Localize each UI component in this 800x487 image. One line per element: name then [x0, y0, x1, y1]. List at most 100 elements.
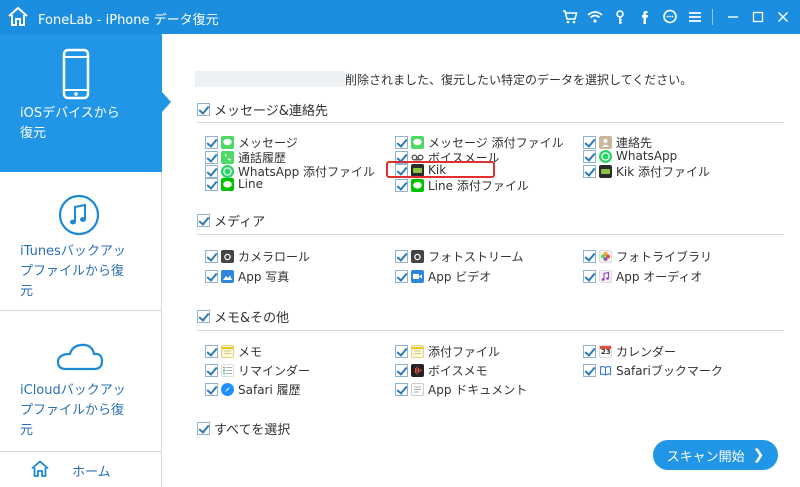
item-app-photos[interactable]: App 写真: [205, 268, 289, 285]
cart-icon[interactable]: [559, 6, 581, 28]
item-label: App ビデオ: [428, 270, 492, 284]
maximize-icon[interactable]: [747, 6, 769, 28]
section-divider: [197, 234, 784, 235]
checkbox[interactable]: [583, 345, 596, 358]
item-app-documents[interactable]: App ドキュメント: [395, 381, 527, 398]
checkbox[interactable]: [205, 345, 218, 358]
item-photo-stream[interactable]: フォトストリーム: [395, 248, 524, 265]
document-icon: [411, 383, 424, 396]
item-voice-memos[interactable]: ボイスメモ: [395, 362, 488, 379]
checkbox[interactable]: [395, 345, 408, 358]
section-title: メディア: [214, 215, 266, 230]
sidebar-item-label: iOSデバイスから: [20, 106, 120, 121]
scan-button[interactable]: スキャン開始 ❯: [653, 440, 778, 470]
checkbox[interactable]: [583, 165, 596, 178]
title-bar: FoneLab - iPhone データ復元: [0, 0, 800, 34]
photos-icon: [599, 250, 612, 263]
item-safari-history[interactable]: Safari 履歴: [205, 381, 301, 398]
item-line[interactable]: Line: [205, 177, 263, 191]
notes-icon: [221, 345, 234, 358]
checkbox[interactable]: [197, 214, 210, 227]
section-divider: [197, 122, 784, 123]
item-label: Safari 履歴: [238, 383, 301, 397]
item-app-videos[interactable]: App ビデオ: [395, 268, 491, 285]
minimize-icon[interactable]: [722, 6, 744, 28]
item-reminders[interactable]: リマインダー: [205, 362, 310, 379]
item-line-attachments[interactable]: Line 添付ファイル: [395, 177, 529, 194]
item-camera-roll[interactable]: カメラロール: [205, 248, 310, 265]
section-title: メッセージ&連絡先: [214, 104, 328, 119]
checkbox[interactable]: [395, 136, 408, 149]
checkbox[interactable]: [395, 383, 408, 396]
item-label: ボイスメモ: [428, 364, 488, 378]
camera-icon: [411, 250, 424, 263]
sidebar-item-label: 元: [20, 423, 34, 438]
sidebar: iOSデバイスから 復元 iTunesバックアッ プファイルから復 元 iClo…: [0, 34, 171, 487]
item-label: Kik 添付ファイル: [616, 165, 710, 179]
checkbox[interactable]: [205, 383, 218, 396]
checkbox[interactable]: [583, 364, 596, 377]
checkbox[interactable]: [395, 179, 408, 192]
camera-icon: [221, 250, 234, 263]
item-whatsapp[interactable]: WhatsApp: [583, 149, 677, 163]
home-label: ホーム: [72, 465, 111, 480]
checkbox[interactable]: [583, 149, 596, 163]
checkbox[interactable]: [395, 364, 408, 377]
checkbox[interactable]: [583, 270, 596, 283]
message-icon: [411, 136, 424, 149]
item-safari-bookmarks[interactable]: Safariブックマーク: [583, 362, 723, 379]
section-divider: [197, 330, 784, 331]
sidebar-item-label: iTunesバックアッ: [20, 244, 126, 259]
sidebar-item-label: 元: [20, 284, 34, 299]
item-label: Line 添付ファイル: [428, 179, 529, 193]
checkbox[interactable]: [205, 136, 218, 149]
image-icon: [221, 270, 234, 283]
key-icon[interactable]: [609, 6, 631, 28]
facebook-icon[interactable]: [634, 6, 656, 28]
window-title: FoneLab - iPhone データ復元: [38, 13, 219, 28]
close-icon[interactable]: [772, 6, 794, 28]
section-memo[interactable]: メモ&その他: [197, 307, 289, 326]
intro-text: 削除されました、復元したい特定のデータを選択してください。: [345, 73, 693, 87]
item-label: Safariブックマーク: [616, 364, 723, 378]
message-icon: [221, 136, 234, 149]
home-button[interactable]: ホーム: [0, 452, 162, 487]
checkbox[interactable]: [583, 136, 596, 149]
item-label: Line: [238, 177, 264, 191]
wifi-icon[interactable]: [584, 6, 606, 28]
item-notes[interactable]: メモ: [205, 343, 262, 360]
checkbox[interactable]: [395, 250, 408, 263]
checkbox[interactable]: [205, 177, 218, 191]
item-app-audio[interactable]: App オーディオ: [583, 268, 702, 285]
safari-icon: [221, 383, 234, 396]
checkbox[interactable]: [205, 364, 218, 377]
home-icon[interactable]: [6, 5, 30, 29]
item-photo-library[interactable]: フォトライブラリ: [583, 248, 712, 265]
checkbox[interactable]: [205, 250, 218, 263]
select-all[interactable]: すべてを選択: [197, 419, 290, 438]
section-messages[interactable]: メッセージ&連絡先: [197, 100, 328, 119]
checkbox[interactable]: [205, 270, 218, 283]
line-icon: [221, 177, 234, 191]
book-icon: [599, 364, 612, 377]
section-media[interactable]: メディア: [197, 211, 265, 230]
item-calendar[interactable]: 23 カレンダー: [583, 343, 676, 360]
checkbox[interactable]: [197, 310, 210, 323]
checkbox[interactable]: [395, 270, 408, 283]
main-panel: 削除されました、復元したい特定のデータを選択してください。 メッセージ&連絡先 …: [163, 34, 800, 487]
sidebar-item-itunes-backup[interactable]: iTunesバックアッ プファイルから復 元: [0, 172, 162, 310]
item-label: WhatsApp: [616, 149, 678, 163]
item-label: カメラロール: [238, 250, 311, 264]
chat-icon[interactable]: [659, 6, 681, 28]
checkbox[interactable]: [197, 103, 210, 116]
item-label: App ドキュメント: [428, 383, 528, 397]
checkbox[interactable]: [197, 422, 210, 435]
sidebar-item-icloud-backup[interactable]: iCloudバックアッ プファイルから復 元: [0, 311, 162, 451]
sidebar-item-ios-device[interactable]: iOSデバイスから 復元: [0, 34, 171, 172]
item-attachments[interactable]: 添付ファイル: [395, 343, 500, 360]
item-kik-attachments[interactable]: Kik 添付ファイル: [583, 163, 710, 180]
kik-icon: [599, 165, 612, 178]
checkbox[interactable]: [583, 250, 596, 263]
menu-icon[interactable]: [684, 6, 706, 28]
sidebar-item-label: プファイルから復: [20, 403, 125, 418]
